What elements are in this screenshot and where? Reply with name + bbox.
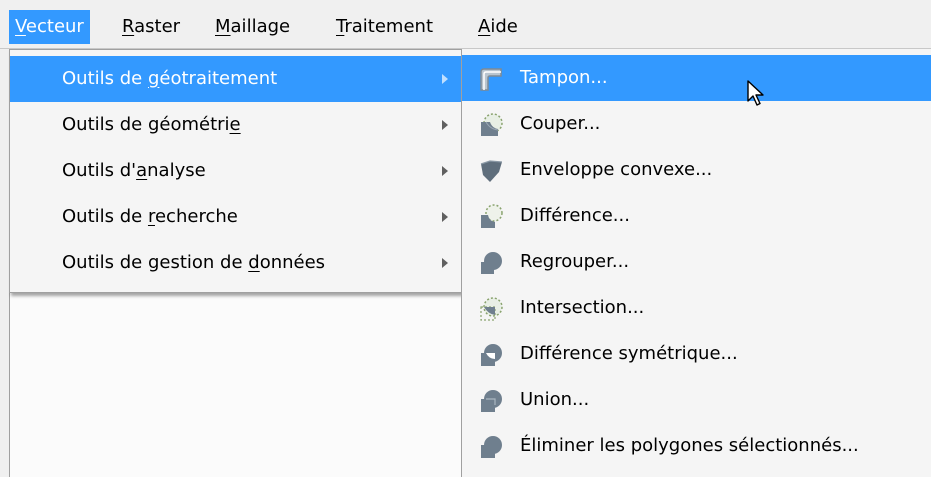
menu-item-label: Outils de géométrie xyxy=(62,102,241,148)
menu-item-label: Regrouper... xyxy=(520,251,630,272)
submenu-arrow-icon xyxy=(442,258,448,268)
menu-item-dissolve[interactable]: Regrouper... xyxy=(462,239,931,285)
menu-vecteur-mnemonic: V xyxy=(15,16,26,37)
menu-item-label: Outils de gestion de données xyxy=(62,240,325,286)
label-text: Outils de géométri xyxy=(62,114,230,135)
menu-item-label: Outils de recherche xyxy=(62,194,238,240)
menu-item-label: Outils d'analyse xyxy=(62,148,206,194)
label-mnemonic: a xyxy=(136,160,148,181)
menu-item-symmetric-difference[interactable]: Différence symétrique... xyxy=(462,331,931,377)
menu-maillage[interactable]: Maillage xyxy=(209,10,296,44)
label-mnemonic: e xyxy=(229,114,241,135)
menu-item-difference[interactable]: Différence... xyxy=(462,193,931,239)
menu-item-label: Éliminer les polygones sélectionnés... xyxy=(520,435,859,456)
union-icon xyxy=(481,390,502,412)
menu-item-label: Différence symétrique... xyxy=(520,343,738,364)
menu-item-geometry-tools[interactable]: Outils de géométrie xyxy=(10,102,461,148)
menu-aide-rest: ide xyxy=(490,16,518,37)
menu-item-label: Tampon... xyxy=(520,67,608,88)
menu-aide[interactable]: Aide xyxy=(472,10,524,44)
menu-item-geoprocessing-tools[interactable]: Outils de géotraitement xyxy=(10,56,461,102)
menu-item-label: Outils de géotraitement xyxy=(62,56,277,102)
menu-item-label: Intersection... xyxy=(520,297,645,318)
menu-traitement-rest: raitement xyxy=(344,16,433,37)
menu-raster-mnemonic: R xyxy=(122,16,135,37)
menu-item-union[interactable]: Union... xyxy=(462,377,931,423)
menu-raster[interactable]: Raster xyxy=(116,10,186,44)
menu-maillage-mnemonic: M xyxy=(215,16,231,37)
label-text-rest: nalyse xyxy=(147,160,206,181)
menu-item-label: Enveloppe convexe... xyxy=(520,159,713,180)
menu-vecteur[interactable]: Vecteur xyxy=(9,10,90,44)
label-mnemonic: d xyxy=(248,252,260,273)
menu-item-label: Union... xyxy=(520,389,590,410)
intersection-icon xyxy=(480,297,503,321)
label-text: Outils d' xyxy=(62,160,137,181)
menu-item-eliminate-selected-polygons[interactable]: Éliminer les polygones sélectionnés... xyxy=(462,423,931,469)
menu-vecteur-rest: ecteur xyxy=(25,16,84,37)
menu-bar: Vecteur Raster Maillage Traitement Aide xyxy=(0,0,931,48)
label-mnemonic: g xyxy=(147,68,160,89)
label-text: Outils de gestion de xyxy=(62,252,249,273)
menu-item-research-tools[interactable]: Outils de recherche xyxy=(10,194,461,240)
submenu-arrow-icon xyxy=(442,212,448,222)
geoprocessing-menu: Tampon... Couper... Enveloppe convexe...… xyxy=(461,49,931,477)
symmetric-difference-icon xyxy=(481,344,502,366)
label-text-rest: onnées xyxy=(259,252,326,273)
menu-item-intersection[interactable]: Intersection... xyxy=(462,285,931,331)
dissolve-icon xyxy=(481,252,502,274)
menu-item-analysis-tools[interactable]: Outils d'analyse xyxy=(10,148,461,194)
menu-raster-rest: aster xyxy=(134,16,181,37)
mouse-cursor-icon xyxy=(747,80,764,106)
eliminate-polygons-icon xyxy=(481,436,502,458)
label-text: Outils de xyxy=(62,206,148,227)
convex-hull-icon xyxy=(480,160,503,182)
menu-item-convex-hull[interactable]: Enveloppe convexe... xyxy=(462,147,931,193)
submenu-arrow-icon xyxy=(442,74,448,84)
menu-aide-mnemonic: A xyxy=(478,16,491,37)
menu-item-label: Couper... xyxy=(520,113,601,134)
difference-icon xyxy=(481,204,503,228)
label-text-rest: echerche xyxy=(154,206,238,227)
menu-traitement[interactable]: Traitement xyxy=(330,10,439,44)
clip-icon xyxy=(481,113,503,136)
submenu-arrow-icon xyxy=(442,166,448,176)
menu-item-buffer[interactable]: Tampon... xyxy=(462,55,931,101)
label-mnemonic: r xyxy=(147,206,155,227)
vector-menu: Outils de géotraitement Outils de géomét… xyxy=(9,49,462,293)
label-text-rest: éotraitement xyxy=(159,68,278,89)
menu-item-label: Différence... xyxy=(520,205,630,226)
menu-item-data-management-tools[interactable]: Outils de gestion de données xyxy=(10,240,461,286)
menu-item-clip[interactable]: Couper... xyxy=(462,101,931,147)
menu-maillage-rest: aillage xyxy=(230,16,291,37)
label-text: Outils de xyxy=(62,68,148,89)
submenu-arrow-icon xyxy=(442,120,448,130)
buffer-icon xyxy=(480,68,502,91)
